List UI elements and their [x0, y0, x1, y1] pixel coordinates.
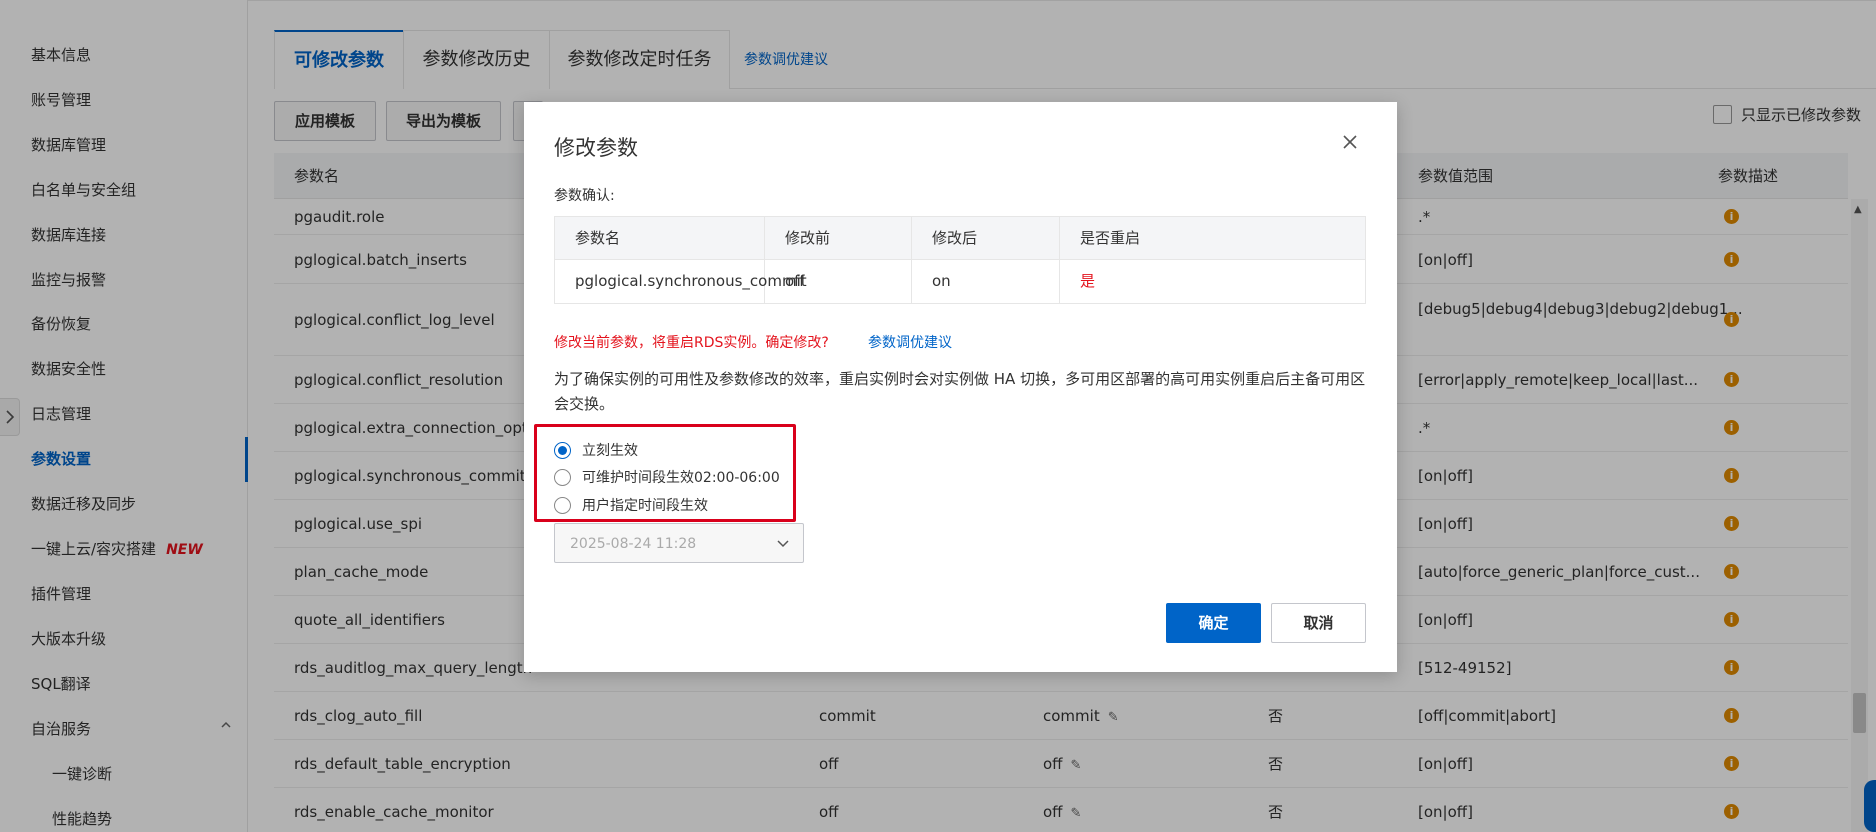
chevron-down-icon: [777, 540, 789, 548]
ok-button[interactable]: 确定: [1166, 603, 1261, 643]
confirm-param-name: pglogical.synchronous_commit: [555, 260, 807, 303]
confirm-label: 参数确认:: [554, 188, 615, 204]
option-maintenance-window[interactable]: 可维护时间段生效02:00-06:00: [554, 467, 780, 487]
confirm-value-after: on: [912, 260, 1060, 303]
restart-warning: 修改当前参数，将重启RDS实例。确定修改?: [554, 335, 829, 351]
close-icon[interactable]: [1341, 130, 1359, 156]
option-user-specified[interactable]: 用户指定时间段生效: [554, 495, 708, 515]
confirm-table-header: 参数名 修改前 修改后 是否重启: [555, 217, 1365, 260]
datetime-value: 2025-08-24 11:28: [570, 536, 697, 552]
option-immediate[interactable]: 立刻生效: [554, 440, 638, 460]
option-maintenance-label: 可维护时间段生效02:00-06:00: [582, 470, 780, 486]
datetime-picker[interactable]: 2025-08-24 11:28: [554, 523, 804, 563]
confirm-header-name: 参数名: [555, 217, 765, 260]
radio-maintenance-window[interactable]: [554, 468, 571, 486]
dialog-title: 修改参数: [554, 136, 638, 160]
confirm-table: 参数名 修改前 修改后 是否重启 pglogical.synchronous_c…: [554, 216, 1366, 304]
confirm-header-before: 修改前: [765, 217, 912, 260]
confirm-table-row: pglogical.synchronous_commit off on 是: [555, 260, 1365, 303]
option-user-specified-label: 用户指定时间段生效: [582, 498, 708, 514]
modify-param-dialog: 修改参数 参数确认: 参数名 修改前 修改后 是否重启 pglogical.sy…: [524, 102, 1397, 672]
dialog-tuning-advice-link[interactable]: 参数调优建议: [868, 332, 952, 352]
confirm-header-after: 修改后: [912, 217, 1060, 260]
confirm-value-before: off: [765, 260, 912, 303]
option-immediate-label: 立刻生效: [582, 443, 638, 459]
confirm-header-restart: 是否重启: [1080, 229, 1141, 247]
radio-immediate[interactable]: [554, 441, 571, 459]
ha-switch-description: 为了确保实例的可用性及参数修改的效率，重启实例时会对实例做 HA 切换，多可用区…: [554, 370, 1366, 413]
confirm-restart-required: 是: [1080, 272, 1096, 290]
cancel-button[interactable]: 取消: [1271, 603, 1366, 643]
radio-user-specified[interactable]: [554, 496, 571, 514]
